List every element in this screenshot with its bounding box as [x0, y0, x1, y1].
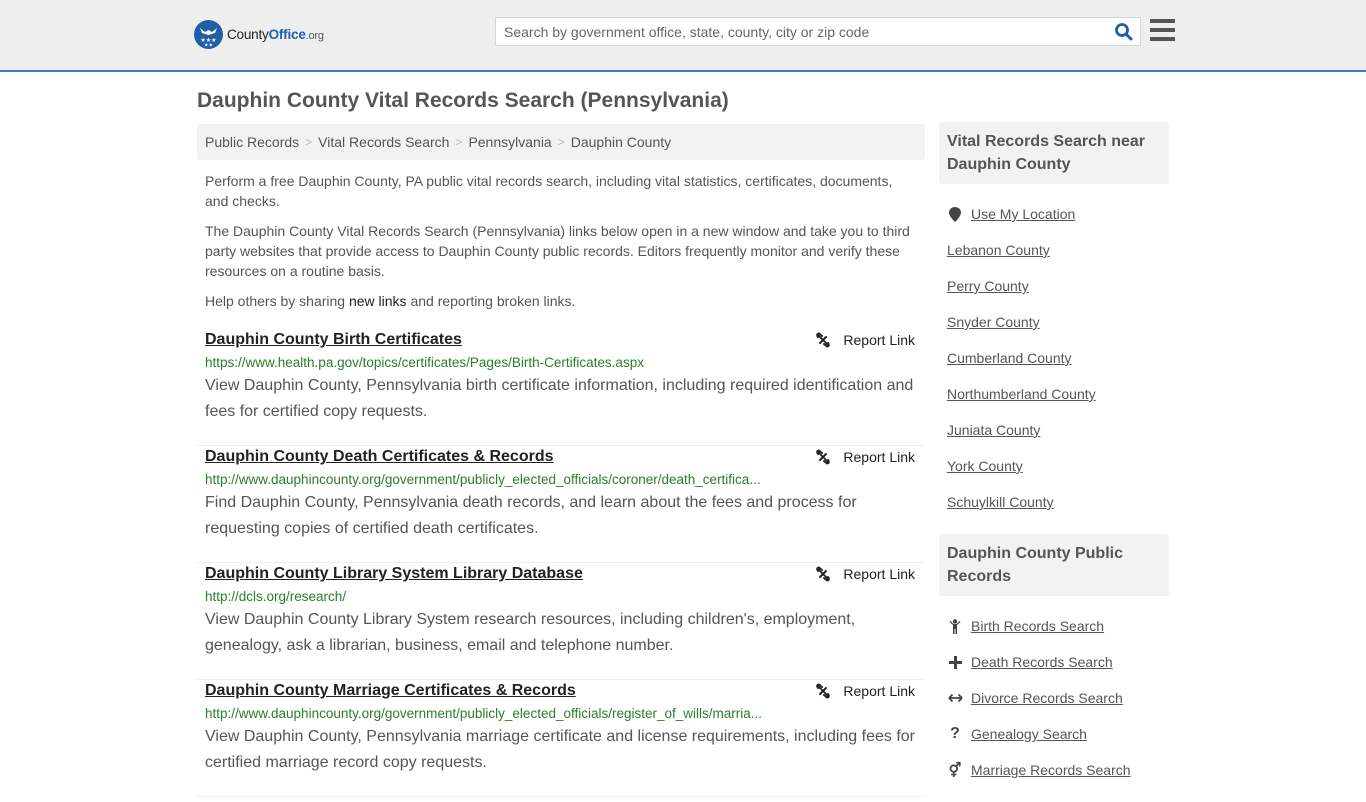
map-marker-icon: [947, 206, 963, 222]
plus-icon: [947, 655, 963, 669]
eagle-logo-icon: ★★★ ★★: [194, 20, 223, 49]
report-link-button[interactable]: Report Link: [815, 332, 915, 348]
breadcrumb-separator: >: [557, 135, 565, 149]
report-link-button[interactable]: Report Link: [815, 449, 915, 465]
menu-bar: [1150, 19, 1175, 23]
nearby-county-item: Cumberland County: [947, 340, 1161, 376]
broken-link-icon: [816, 332, 831, 348]
result-description: View Dauphin County, Pennsylvania marria…: [205, 728, 916, 771]
breadcrumb: Public Records > Vital Records Search > …: [197, 124, 925, 160]
result-description: View Dauphin County Library System resea…: [205, 611, 856, 654]
nearby-county-item: Juniata County: [947, 412, 1161, 448]
search-input[interactable]: [496, 18, 1096, 45]
nearby-county-item: Schuylkill County: [947, 484, 1161, 520]
intro-paragraph: The Dauphin County Vital Records Search …: [205, 223, 910, 279]
public-record-item: Divorce Records Search: [947, 680, 1161, 716]
report-link-button[interactable]: Report Link: [815, 566, 915, 582]
nearby-heading: Vital Records Search near Dauphin County: [939, 122, 1169, 184]
nearby-county-link[interactable]: Snyder County: [947, 314, 1040, 330]
search-icon: [1115, 23, 1133, 41]
nearby-county-link[interactable]: Juniata County: [947, 422, 1040, 438]
nearby-county-link[interactable]: Northumberland County: [947, 386, 1096, 402]
death-records-link[interactable]: Death Records Search: [971, 654, 1113, 670]
result-url[interactable]: https://www.health.pa.gov/topics/certifi…: [205, 355, 785, 370]
breadcrumb-vital-records-search[interactable]: Vital Records Search: [318, 134, 449, 150]
result-url[interactable]: http://www.dauphincounty.org/government/…: [205, 472, 785, 487]
nearby-county-item: York County: [947, 448, 1161, 484]
intro-paragraph: Perform a free Dauphin County, PA public…: [205, 173, 893, 209]
divorce-records-link[interactable]: Divorce Records Search: [971, 690, 1123, 706]
menu-bar: [1150, 37, 1175, 41]
breadcrumb-separator: >: [455, 135, 463, 149]
result-url[interactable]: http://dcls.org/research/: [205, 589, 785, 604]
logo-text: CountyOffice.org: [227, 27, 324, 42]
sidebar: Vital Records Search near Dauphin County…: [939, 122, 1169, 802]
broken-link-icon: [816, 566, 831, 582]
nearby-county-item: Lebanon County: [947, 232, 1161, 268]
result-item: Dauphin County Marriage Certificates & R…: [197, 680, 925, 797]
marriage-records-link[interactable]: Marriage Records Search: [971, 762, 1131, 778]
nearby-list: Use My Location Lebanon County Perry Cou…: [939, 184, 1169, 534]
use-my-location-item: Use My Location: [947, 196, 1161, 232]
broken-link-icon: [816, 683, 831, 699]
breadcrumb-pennsylvania[interactable]: Pennsylvania: [468, 134, 551, 150]
nearby-county-link[interactable]: Cumberland County: [947, 350, 1072, 366]
nearby-county-item: Perry County: [947, 268, 1161, 304]
public-record-item: ⚥ Marriage Records Search: [947, 752, 1161, 788]
public-records-list: Birth Records Search Death Records Searc…: [939, 596, 1169, 802]
svg-text:★★: ★★: [204, 43, 213, 49]
nearby-county-link[interactable]: Schuylkill County: [947, 494, 1054, 510]
nearby-county-link[interactable]: Lebanon County: [947, 242, 1050, 258]
nearby-county-link[interactable]: Perry County: [947, 278, 1029, 294]
result-title-link[interactable]: Dauphin County Marriage Certificates & R…: [205, 682, 576, 700]
question-icon: ?: [950, 725, 960, 742]
page-title: Dauphin County Vital Records Search (Pen…: [197, 89, 729, 112]
child-icon: [947, 618, 963, 634]
nearby-county-item: Snyder County: [947, 304, 1161, 340]
intro-text: Perform a free Dauphin County, PA public…: [205, 171, 917, 321]
public-record-item: Birth Records Search: [947, 608, 1161, 644]
search-button[interactable]: [1114, 22, 1134, 42]
breadcrumb-public-records[interactable]: Public Records: [205, 134, 299, 150]
broken-link-icon: [816, 449, 831, 465]
site-header: ★★★ ★★ CountyOffice.org: [0, 0, 1366, 72]
result-url[interactable]: http://www.dauphincounty.org/government/…: [205, 706, 785, 721]
search-box: [495, 17, 1141, 46]
public-record-item: ? Genealogy Search: [947, 716, 1161, 752]
nearby-county-item: Northumberland County: [947, 376, 1161, 412]
results-list: Dauphin County Birth Certificates Report…: [197, 329, 925, 797]
report-link-button[interactable]: Report Link: [815, 683, 915, 699]
result-description: Find Dauphin County, Pennsylvania death …: [205, 494, 857, 537]
use-my-location-link[interactable]: Use My Location: [971, 206, 1075, 222]
birth-records-link[interactable]: Birth Records Search: [971, 618, 1104, 634]
result-title-link[interactable]: Dauphin County Birth Certificates: [205, 331, 462, 349]
share-paragraph: Help others by sharing new links and rep…: [205, 293, 576, 309]
arrows-horizontal-icon: [947, 693, 963, 703]
breadcrumb-dauphin-county[interactable]: Dauphin County: [571, 134, 671, 150]
result-description: View Dauphin County, Pennsylvania birth …: [205, 377, 914, 420]
result-item: Dauphin County Library System Library Da…: [197, 563, 925, 680]
breadcrumb-separator: >: [305, 135, 313, 149]
menu-bar: [1150, 28, 1175, 32]
new-links-link[interactable]: new links: [349, 293, 407, 309]
result-item: Dauphin County Birth Certificates Report…: [197, 329, 925, 446]
hamburger-menu-button[interactable]: [1150, 19, 1175, 41]
gender-icon: ⚥: [948, 761, 962, 778]
genealogy-search-link[interactable]: Genealogy Search: [971, 726, 1087, 742]
public-records-heading: Dauphin County Public Records: [939, 534, 1169, 596]
nearby-county-link[interactable]: York County: [947, 458, 1023, 474]
result-item: Dauphin County Death Certificates & Reco…: [197, 446, 925, 563]
result-title-link[interactable]: Dauphin County Library System Library Da…: [205, 565, 583, 583]
site-logo[interactable]: ★★★ ★★ CountyOffice.org: [194, 20, 324, 49]
result-title-link[interactable]: Dauphin County Death Certificates & Reco…: [205, 448, 554, 466]
public-record-item: Death Records Search: [947, 644, 1161, 680]
